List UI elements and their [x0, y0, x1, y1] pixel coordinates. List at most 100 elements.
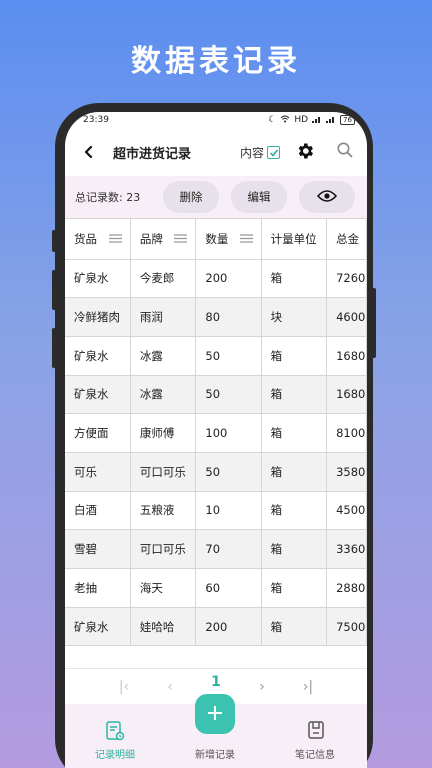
table-cell: 五粮液	[130, 491, 197, 531]
table-row[interactable]: 雪碧 可口可乐 70 箱 3360	[65, 529, 367, 569]
column-header-brand[interactable]: 品牌	[130, 219, 197, 260]
table-cell: 70	[195, 529, 262, 569]
table-cell: 8100	[326, 413, 367, 453]
table-cell: 块	[261, 297, 328, 337]
nav-notes-label: 笔记信息	[295, 750, 335, 761]
table-cell: 矿泉水	[65, 336, 131, 376]
table-row[interactable]: 冷鲜猪肉 雨润 80 块 4600	[65, 297, 367, 337]
column-header-unit[interactable]: 计量单位	[261, 219, 328, 260]
table-row[interactable]: 可乐 可口可乐 50 箱 3580	[65, 452, 367, 492]
table-row[interactable]: 矿泉水 冰露 50 箱 1680	[65, 336, 367, 376]
table-row[interactable]: 白酒 五粮液 10 箱 4500	[65, 491, 367, 531]
table-row[interactable]: 矿泉水 冰露 50 箱 1680	[65, 375, 367, 415]
column-header-goods[interactable]: 货品	[65, 219, 131, 260]
table-cell: 50	[195, 336, 262, 376]
table-cell: 1680	[326, 375, 367, 415]
signal-icon	[312, 115, 322, 126]
column-header-quantity[interactable]: 数量	[195, 219, 262, 260]
table-cell: 200	[195, 607, 262, 647]
search-icon[interactable]	[336, 141, 354, 163]
table-row[interactable]: 矿泉水 今麦郎 200 箱 7260	[65, 259, 367, 299]
table-cell: 10	[195, 491, 262, 531]
add-record-button[interactable]	[195, 694, 235, 734]
status-bar: 23:39 ☾ HD 76	[65, 112, 367, 128]
table-cell: 箱	[261, 607, 328, 647]
table-cell: 箱	[261, 568, 328, 608]
table-cell: 60	[195, 568, 262, 608]
current-page[interactable]: 1	[193, 674, 239, 690]
table-cell: 今麦郎	[130, 259, 197, 299]
table-cell: 冰露	[130, 336, 197, 376]
table-header-row: 货品 品牌 数量 计量单位 总金	[65, 219, 367, 260]
gear-icon[interactable]	[295, 141, 315, 165]
delete-button[interactable]: 删除	[163, 181, 219, 213]
table-cell: 50	[195, 452, 262, 492]
table-cell: 可口可乐	[130, 452, 197, 492]
table-body: 矿泉水 今麦郎 200 箱 7260 冷鲜猪肉 雨润 80 块 4600 矿泉水 冰露 50 箱 1680 矿…	[65, 259, 367, 647]
page-title: 超市进货记录	[113, 146, 192, 162]
next-page-icon[interactable]: ›	[239, 679, 285, 695]
table-row[interactable]: 老抽 海天 60 箱 2880	[65, 568, 367, 608]
table-cell: 可乐	[65, 452, 131, 492]
view-toggle-button[interactable]	[299, 181, 355, 213]
table-cell: 箱	[261, 259, 328, 299]
table-row[interactable]: 矿泉水 娃哈哈 200 箱 7500	[65, 607, 367, 647]
checkbox-checked-icon[interactable]	[267, 146, 281, 159]
plus-icon	[206, 704, 224, 725]
bottom-nav: 记录明细 新增记录 笔记信息	[65, 694, 367, 768]
table-cell: 箱	[261, 452, 328, 492]
table-cell: 矿泉水	[65, 375, 131, 415]
table-cell: 7260	[326, 259, 367, 299]
total-records-label: 总记录数: 23	[75, 191, 141, 204]
content-toggle[interactable]: 内容	[240, 144, 281, 161]
table-cell: 雪碧	[65, 529, 131, 569]
signal-icon	[326, 115, 336, 126]
phone-screen: 23:39 ☾ HD 76 超市进货记录 内容 总记录数: 23 删除 编辑 货…	[65, 112, 367, 768]
app-bar: 超市进货记录 内容	[65, 128, 367, 176]
status-icons: ☾ HD 76	[268, 115, 355, 126]
table-cell: 箱	[261, 375, 328, 415]
eye-icon	[316, 189, 338, 206]
nav-add-label: 新增记录	[195, 750, 235, 761]
table-cell: 箱	[261, 491, 328, 531]
table-cell: 冰露	[130, 375, 197, 415]
column-menu-icon[interactable]	[174, 232, 188, 246]
table-cell: 矿泉水	[65, 607, 131, 647]
wifi-icon	[280, 115, 290, 126]
table-cell: 海天	[130, 568, 197, 608]
table-cell: 100	[195, 413, 262, 453]
table-cell: 康师傅	[130, 413, 197, 453]
table-cell: 7500	[326, 607, 367, 647]
prev-page-icon[interactable]: ‹	[147, 679, 193, 695]
table-cell: 方便面	[65, 413, 131, 453]
content-toggle-label: 内容	[240, 146, 265, 160]
table-cell: 老抽	[65, 568, 131, 608]
moon-icon: ☾	[268, 115, 277, 125]
table-cell: 4500	[326, 491, 367, 531]
table-cell: 箱	[261, 336, 328, 376]
column-menu-icon[interactable]	[108, 232, 122, 246]
signal-label: HD	[294, 115, 309, 125]
table-cell: 冷鲜猪肉	[65, 297, 131, 337]
table-cell: 50	[195, 375, 262, 415]
first-page-icon[interactable]: |‹	[101, 679, 147, 695]
data-table: 货品 品牌 数量 计量单位 总金 矿泉水 今麦郎 200 箱 7260 冷鲜猪肉 雨润 80 块…	[65, 218, 367, 670]
back-arrow-icon[interactable]	[77, 140, 101, 164]
nav-records-label: 记录明细	[95, 750, 135, 761]
table-row[interactable]: 方便面 康师傅 100 箱 8100	[65, 413, 367, 453]
last-page-icon[interactable]: ›|	[285, 679, 331, 695]
column-menu-icon[interactable]	[239, 232, 253, 246]
table-cell: 80	[195, 297, 262, 337]
promo-title: 数据表记录	[131, 44, 301, 79]
table-cell: 矿泉水	[65, 259, 131, 299]
table-cell: 箱	[261, 413, 328, 453]
records-icon	[105, 720, 125, 745]
table-cell: 1680	[326, 336, 367, 376]
table-cell: 雨润	[130, 297, 197, 337]
table-cell: 3360	[326, 529, 367, 569]
table-cell: 200	[195, 259, 262, 299]
column-header-total[interactable]: 总金	[326, 219, 367, 260]
table-cell: 4600	[326, 297, 367, 337]
edit-button[interactable]: 编辑	[231, 181, 287, 213]
notes-icon	[307, 720, 325, 743]
